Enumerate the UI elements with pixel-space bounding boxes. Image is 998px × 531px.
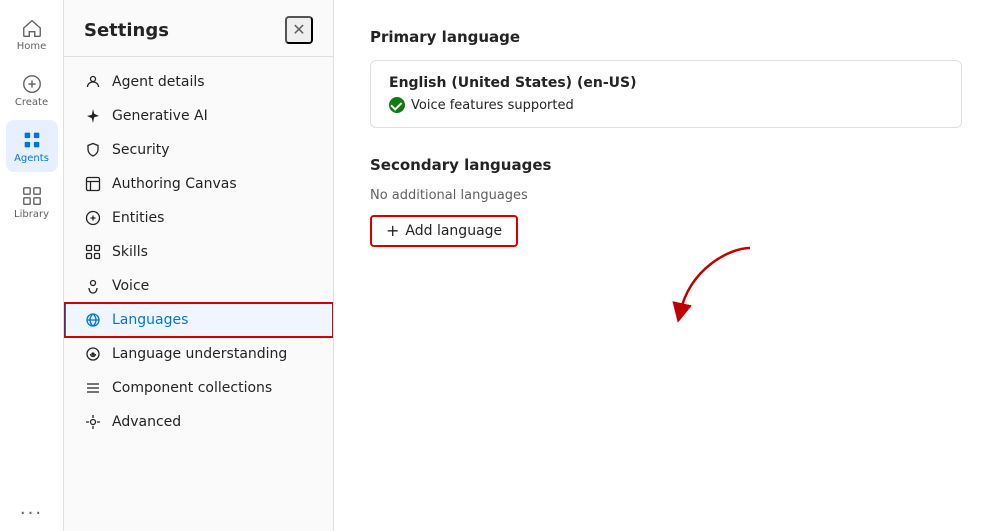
menu-item-entities-label: Entities (112, 210, 164, 226)
entities-icon (84, 209, 102, 227)
menu-item-entities[interactable]: Entities (64, 201, 333, 235)
language-name: English (United States) (en-US) (389, 75, 943, 91)
home-icon (21, 17, 43, 39)
menu-item-agent-details-label: Agent details (112, 74, 205, 90)
main-content: Primary language English (United States)… (334, 0, 998, 531)
menu-item-language-understanding-label: Language understanding (112, 346, 287, 362)
check-icon (389, 97, 405, 113)
menu-item-languages[interactable]: Languages (64, 303, 333, 337)
nav-item-create[interactable]: Create (6, 64, 58, 116)
nav-sidebar: Home Create Agents Library ... (0, 0, 64, 531)
nav-item-agents-label: Agents (14, 153, 49, 164)
sparkle-icon (84, 107, 102, 125)
menu-item-voice-label: Voice (112, 278, 149, 294)
menu-item-authoring-canvas-label: Authoring Canvas (112, 176, 237, 192)
languages-icon (84, 311, 102, 329)
primary-language-card: English (United States) (en-US) Voice fe… (370, 60, 962, 128)
secondary-language-title: Secondary languages (370, 156, 962, 174)
advanced-icon (84, 413, 102, 431)
menu-item-component-collections-label: Component collections (112, 380, 272, 396)
menu-item-generative-ai[interactable]: Generative AI (64, 99, 333, 133)
close-button[interactable]: ✕ (285, 16, 313, 44)
shield-icon (84, 141, 102, 159)
primary-language-title: Primary language (370, 28, 962, 46)
settings-panel: Settings ✕ Agent details Generative AI (64, 0, 334, 531)
primary-language-section: Primary language English (United States)… (370, 28, 962, 128)
collections-icon (84, 379, 102, 397)
nav-item-create-label: Create (15, 97, 48, 108)
secondary-language-section: Secondary languages No additional langua… (370, 156, 962, 247)
menu-item-security-label: Security (112, 142, 170, 158)
menu-item-skills-label: Skills (112, 244, 148, 260)
voice-icon (84, 277, 102, 295)
library-icon (21, 185, 43, 207)
skills-icon (84, 243, 102, 261)
nav-more[interactable]: ... (20, 498, 43, 519)
settings-title: Settings (84, 20, 169, 41)
create-icon (21, 73, 43, 95)
nav-item-home-label: Home (17, 41, 47, 52)
settings-header: Settings ✕ (64, 0, 333, 57)
add-language-label: Add language (405, 223, 502, 239)
menu-item-advanced[interactable]: Advanced (64, 405, 333, 439)
no-languages-text: No additional languages (370, 188, 962, 203)
arrow-annotation (670, 238, 790, 328)
nav-item-library-label: Library (14, 209, 49, 220)
agent-details-icon (84, 73, 102, 91)
menu-item-voice[interactable]: Voice (64, 269, 333, 303)
nav-item-agents[interactable]: Agents (6, 120, 58, 172)
menu-item-language-understanding[interactable]: Language understanding (64, 337, 333, 371)
agents-icon (21, 129, 43, 151)
canvas-icon (84, 175, 102, 193)
understanding-icon (84, 345, 102, 363)
menu-item-advanced-label: Advanced (112, 414, 181, 430)
voice-label: Voice features supported (411, 98, 574, 113)
voice-supported: Voice features supported (389, 97, 943, 113)
add-language-button[interactable]: + Add language (370, 215, 518, 247)
menu-item-skills[interactable]: Skills (64, 235, 333, 269)
menu-item-languages-label: Languages (112, 312, 188, 328)
nav-item-home[interactable]: Home (6, 8, 58, 60)
menu-item-security[interactable]: Security (64, 133, 333, 167)
menu-item-component-collections[interactable]: Component collections (64, 371, 333, 405)
plus-icon: + (386, 223, 399, 239)
settings-menu: Agent details Generative AI Security (64, 57, 333, 531)
menu-item-authoring-canvas[interactable]: Authoring Canvas (64, 167, 333, 201)
menu-item-agent-details[interactable]: Agent details (64, 65, 333, 99)
nav-item-library[interactable]: Library (6, 176, 58, 228)
menu-item-generative-ai-label: Generative AI (112, 108, 208, 124)
